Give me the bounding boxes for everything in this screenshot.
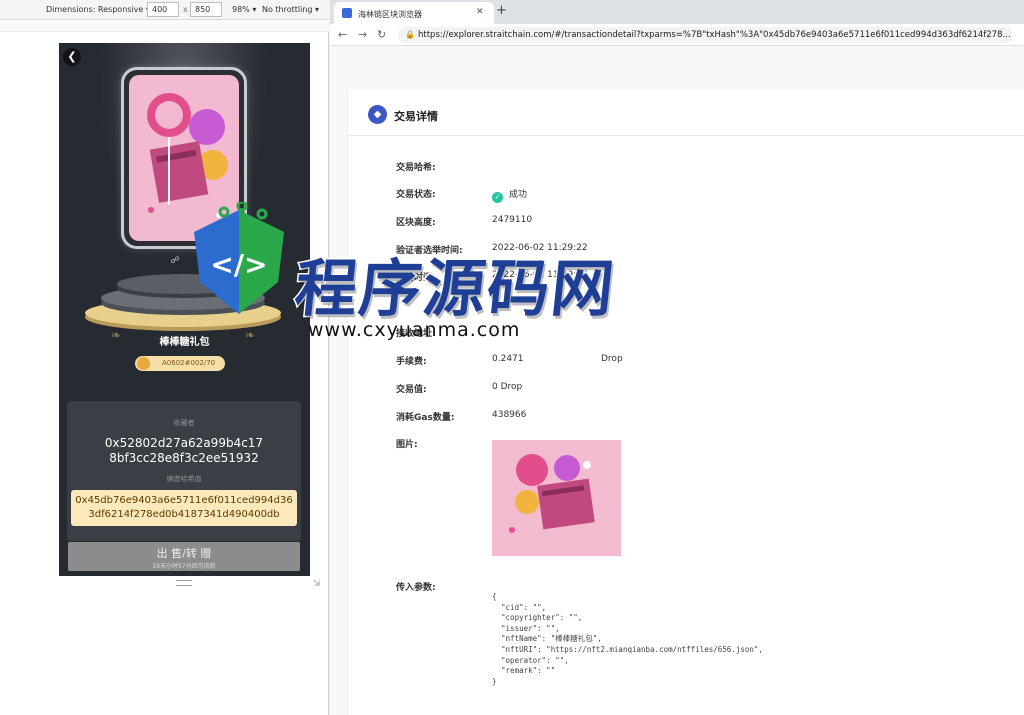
width-input[interactable]: 400 (147, 2, 179, 17)
row-gas: 消耗Gas数量: 438966 (396, 410, 996, 426)
dimensions-select[interactable]: Dimensions: Responsive ▾ (46, 5, 150, 14)
block-value[interactable]: 2479110 (492, 215, 532, 225)
corner-resize-icon[interactable]: ⇲ (313, 579, 321, 589)
value-value: 0 Drop (492, 382, 523, 392)
hash-label: 铸造哈希值 (166, 475, 202, 483)
serial-number: A0602#002/70 (162, 359, 216, 367)
url-text: https://explorer.straitchain.com/#/trans… (418, 30, 1011, 40)
row-block: 区块高度: 2479110 (396, 215, 996, 231)
gas-value: 438966 (492, 410, 527, 420)
resize-handle[interactable] (176, 580, 192, 586)
back-arrow-icon[interactable]: ← (338, 28, 347, 41)
block-key: 区块高度: (396, 218, 436, 228)
page-title: 交易详情 (394, 110, 438, 123)
fee-value: 0.2471 (492, 354, 524, 364)
favicon-icon (342, 8, 352, 18)
params-key: 传入参数: (396, 583, 436, 593)
params-json: { "cid": "", "copyrighter": "", "issuer"… (492, 592, 763, 686)
sell-transfer-button[interactable]: 出 售/转 赠 19天小时57分后可流转 (68, 542, 300, 571)
tab-strip: 海林链区块浏览器 ✕ + (330, 0, 1024, 24)
row-image: 图片: (396, 437, 996, 453)
close-tab-icon[interactable]: ✕ (476, 7, 484, 17)
watermark-title: 程序源码网 (290, 251, 621, 327)
height-input[interactable]: 850 (190, 2, 222, 17)
owner-address: 0x52802d27a62a99b4c178bf3cc28e8f3c2ee519… (104, 436, 264, 465)
tab-explorer[interactable]: 海林链区块浏览器 ✕ (334, 2, 494, 24)
ruler-strip (0, 20, 329, 32)
address-row: ← → ↻ 🔒 https://explorer.straitchain.com… (330, 24, 1024, 46)
transaction-panel: ◆ 交易详情 交易哈希: 交易状态: ✓ 成功 区块高度: 2479110 验证者… (347, 90, 1024, 715)
fee-unit: Drop (601, 354, 623, 364)
throttling-select[interactable]: No throttling ▾ (262, 5, 319, 14)
chain-logo-icon: ◆ (368, 105, 387, 124)
image-key: 图片: (396, 440, 418, 450)
serial-badge: A0602#002/70 (135, 356, 225, 371)
watermark-url: www.cxyuanma.com (308, 319, 521, 341)
tab-title: 海林链区块浏览器 (358, 10, 422, 19)
new-tab-icon[interactable]: + (496, 3, 507, 18)
laurel-right-icon: ❧ (245, 328, 256, 342)
row-fee: 手续费: 0.2471 Drop (396, 354, 996, 370)
zoom-select[interactable]: 98% ▾ (232, 5, 256, 14)
value-key: 交易值: (396, 385, 427, 395)
sell-button-label: 出 售/转 赠 (156, 547, 212, 560)
panel-header: ◆ 交易详情 (348, 90, 1024, 136)
times-sign: x (183, 5, 188, 14)
forward-arrow-icon[interactable]: → (358, 28, 367, 41)
mint-hash: 0x45db76e9403a6e5711e6f011ced994d363df62… (71, 490, 297, 526)
hash-key: 交易哈希: (396, 163, 436, 173)
gas-key: 消耗Gas数量: (396, 413, 455, 423)
status-key: 交易状态: (396, 190, 436, 200)
svg-text:</>: </> (210, 248, 267, 281)
row-value: 交易值: 0 Drop (396, 382, 996, 398)
check-icon: ✓ (492, 192, 503, 203)
back-icon[interactable]: ❮ (63, 48, 81, 66)
row-status: 交易状态: ✓ 成功 (396, 187, 996, 203)
status-value: ✓ 成功 (492, 187, 527, 203)
owner-label: 收藏者 (173, 419, 195, 427)
browser-window: 海林链区块浏览器 ✕ + ← → ↻ 🔒 https://explorer.st… (330, 0, 1024, 715)
row-hash: 交易哈希: (396, 160, 996, 176)
device-toolbar: Dimensions: Responsive ▾ 400 x 850 98% ▾… (0, 0, 329, 20)
reload-icon[interactable]: ↻ (377, 28, 386, 41)
ownership-card: 收藏者 0x52802d27a62a99b4c178bf3cc28e8f3c2e… (67, 401, 301, 541)
share-icon[interactable]: ☍ (169, 256, 181, 268)
watermark-shield-icon: </> (194, 202, 284, 314)
lock-icon: 🔒 (405, 30, 415, 39)
sell-button-note: 19天小时57分后可流转 (152, 563, 216, 570)
nft-name: 棒棒糖礼包 (159, 337, 210, 348)
devtools-pane: Dimensions: Responsive ▾ 400 x 850 98% ▾… (0, 0, 329, 715)
fee-key: 手续费: (396, 357, 427, 367)
nft-preview-image (492, 440, 621, 556)
coin-icon (137, 357, 150, 370)
page-content: ◆ 交易详情 交易哈希: 交易状态: ✓ 成功 区块高度: 2479110 验证者… (330, 46, 1024, 715)
url-bar[interactable]: 🔒 https://explorer.straitchain.com/#/tra… (398, 27, 1013, 43)
